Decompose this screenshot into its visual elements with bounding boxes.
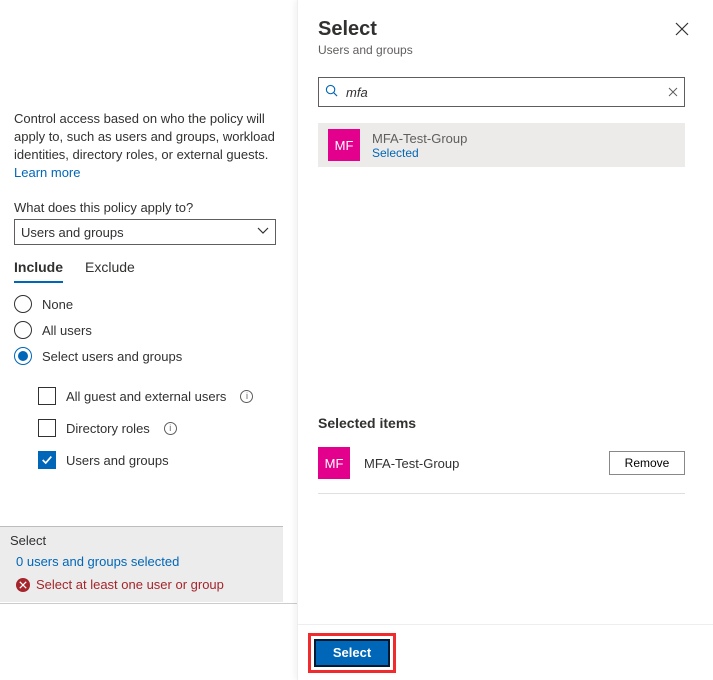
check-groups-label: Users and groups bbox=[66, 453, 169, 468]
error-icon bbox=[16, 578, 30, 592]
selected-items-section: Selected items MF MFA-Test-Group Remove bbox=[318, 415, 685, 494]
radio-none[interactable]: None bbox=[14, 295, 283, 313]
tab-exclude[interactable]: Exclude bbox=[85, 259, 135, 283]
include-exclude-tabs: Include Exclude bbox=[14, 259, 283, 283]
select-button[interactable]: Select bbox=[314, 639, 390, 667]
search-result-item[interactable]: MF MFA-Test-Group Selected bbox=[318, 123, 685, 167]
clear-search-button[interactable] bbox=[668, 85, 678, 100]
apply-to-dropdown[interactable]: Users and groups bbox=[14, 219, 276, 245]
result-name: MFA-Test-Group bbox=[372, 131, 467, 146]
radio-icon bbox=[14, 295, 32, 313]
highlight-box: Select bbox=[308, 633, 396, 673]
search-input[interactable] bbox=[344, 84, 662, 101]
checkbox-icon bbox=[38, 419, 56, 437]
checkbox-icon bbox=[38, 387, 56, 405]
panel-subtitle: Users and groups bbox=[318, 43, 413, 57]
description-text: Control access based on who the policy w… bbox=[14, 111, 275, 162]
chevron-down-icon bbox=[257, 225, 269, 240]
selected-item-name: MFA-Test-Group bbox=[364, 456, 459, 471]
selection-summary: Select 0 users and groups selected Selec… bbox=[0, 526, 283, 602]
radio-icon bbox=[14, 321, 32, 339]
apply-to-value: Users and groups bbox=[21, 225, 124, 240]
avatar: MF bbox=[318, 447, 350, 479]
checkbox-icon-checked bbox=[38, 451, 56, 469]
check-guest-label: All guest and external users bbox=[66, 389, 226, 404]
info-icon[interactable]: i bbox=[164, 422, 177, 435]
check-users-groups[interactable]: Users and groups bbox=[38, 451, 283, 469]
search-box[interactable] bbox=[318, 77, 685, 107]
radio-none-label: None bbox=[42, 297, 73, 312]
radio-select-users[interactable]: Select users and groups bbox=[14, 347, 283, 365]
tab-include[interactable]: Include bbox=[14, 259, 63, 283]
check-roles-label: Directory roles bbox=[66, 421, 150, 436]
radio-select-label: Select users and groups bbox=[42, 349, 182, 364]
radio-all-users[interactable]: All users bbox=[14, 321, 283, 339]
summary-count-link[interactable]: 0 users and groups selected bbox=[16, 554, 273, 569]
footer-divider bbox=[0, 603, 297, 604]
learn-more-link[interactable]: Learn more bbox=[14, 165, 80, 180]
selected-item-row: MF MFA-Test-Group Remove bbox=[318, 447, 685, 494]
error-text: Select at least one user or group bbox=[36, 577, 224, 592]
search-icon bbox=[325, 84, 338, 100]
radio-all-label: All users bbox=[42, 323, 92, 338]
selected-items-heading: Selected items bbox=[318, 415, 685, 431]
remove-button[interactable]: Remove bbox=[609, 451, 685, 475]
check-directory-roles[interactable]: Directory roles i bbox=[38, 419, 283, 437]
avatar: MF bbox=[328, 129, 360, 161]
close-button[interactable] bbox=[671, 18, 693, 43]
result-state: Selected bbox=[372, 146, 467, 160]
panel-footer: Select bbox=[298, 624, 713, 680]
radio-icon-selected bbox=[14, 347, 32, 365]
user-type-checkboxes: All guest and external users i Directory… bbox=[38, 387, 283, 469]
clear-icon bbox=[668, 87, 678, 97]
info-icon[interactable]: i bbox=[240, 390, 253, 403]
select-panel: Select Users and groups MF MFA-Test-Grou… bbox=[297, 0, 713, 680]
check-guest-users[interactable]: All guest and external users i bbox=[38, 387, 283, 405]
close-icon bbox=[675, 22, 689, 36]
policy-description: Control access based on who the policy w… bbox=[14, 110, 283, 182]
error-row: Select at least one user or group bbox=[16, 577, 273, 592]
include-radio-group: None All users Select users and groups bbox=[14, 295, 283, 365]
panel-title: Select bbox=[318, 18, 413, 41]
left-panel: Control access based on who the policy w… bbox=[0, 0, 297, 680]
apply-to-label: What does this policy apply to? bbox=[14, 200, 283, 215]
summary-title: Select bbox=[10, 533, 273, 548]
